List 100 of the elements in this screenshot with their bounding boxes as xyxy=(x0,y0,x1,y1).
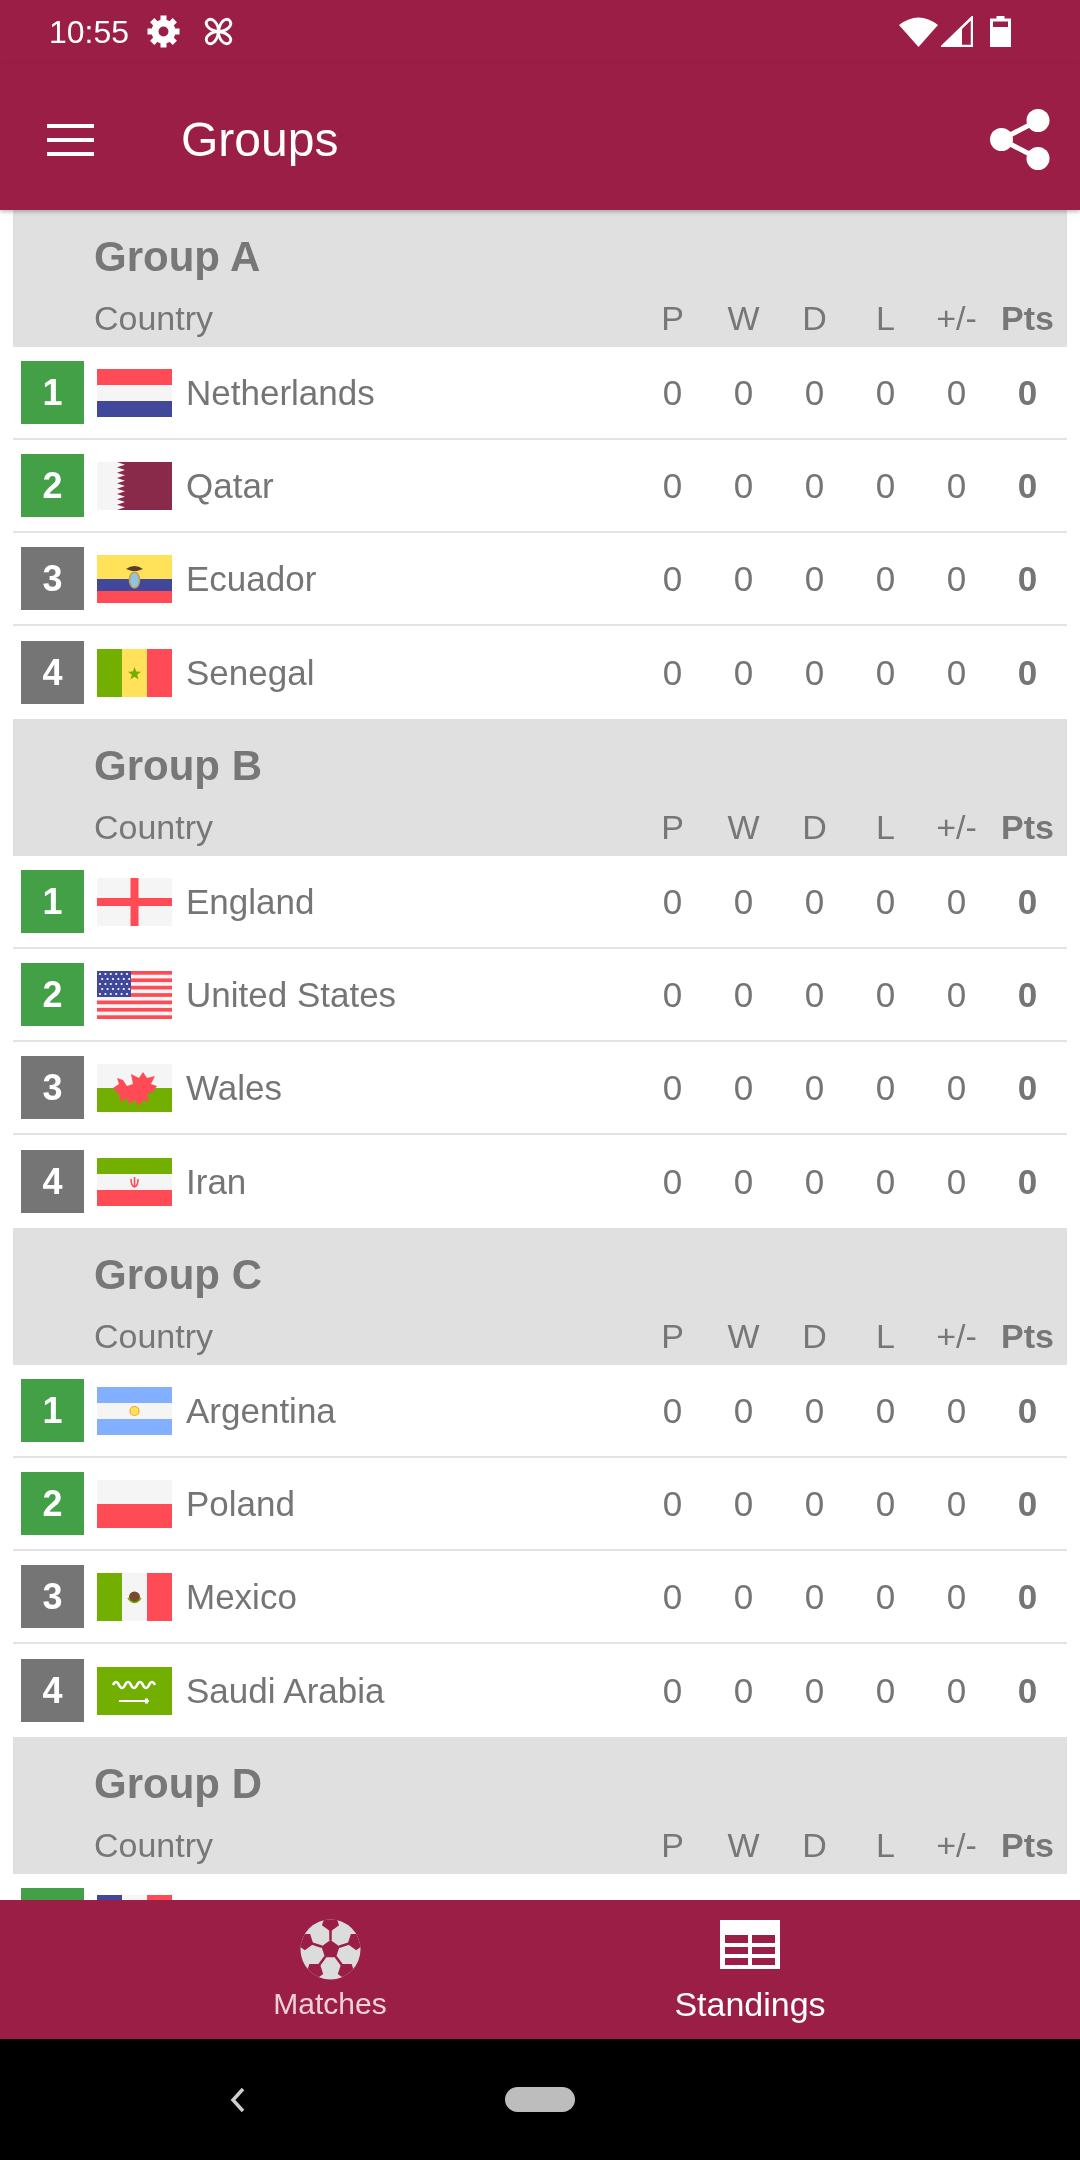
position-badge: 1 xyxy=(21,870,84,933)
country-name: Qatar xyxy=(186,465,274,505)
flag-icon xyxy=(97,1479,172,1528)
screen-title: Groups xyxy=(181,112,339,167)
flag-icon xyxy=(97,1572,172,1621)
stat-value: 0 xyxy=(875,652,896,692)
column-header: W xyxy=(727,1825,760,1864)
stat-value: 0 xyxy=(946,1670,967,1710)
battery-icon xyxy=(990,16,1011,47)
country-name: Ecuador xyxy=(186,558,317,598)
column-header: L xyxy=(876,1825,895,1864)
stat-value: 0 xyxy=(733,1067,754,1107)
column-header: +/- xyxy=(936,1825,977,1864)
flag-icon xyxy=(97,648,172,697)
stat-value: 0 xyxy=(733,1161,754,1201)
column-header: Pts xyxy=(1001,298,1054,337)
country-name: England xyxy=(186,881,315,921)
column-header: +/- xyxy=(936,807,977,846)
column-header: W xyxy=(727,807,760,846)
position-badge: 4 xyxy=(21,1659,84,1722)
gear-icon xyxy=(147,15,181,48)
stat-value: 0 xyxy=(875,1161,896,1201)
stat-value: 0 xyxy=(733,1670,754,1710)
stat-value: 0 xyxy=(662,1576,683,1616)
column-header: L xyxy=(876,298,895,337)
position-badge: 3 xyxy=(21,1056,84,1119)
country-name: Mexico xyxy=(186,1576,297,1616)
status-time: 10:55 xyxy=(49,15,130,48)
country-name: Iran xyxy=(186,1161,247,1201)
stat-value: 0 xyxy=(733,881,754,921)
column-header: +/- xyxy=(936,298,977,337)
back-icon[interactable] xyxy=(230,2086,246,2113)
country-name: Wales xyxy=(186,1067,282,1107)
stat-value: 0 xyxy=(946,1483,967,1523)
stat-value: 0 xyxy=(804,652,825,692)
stat-value: 0 xyxy=(946,881,967,921)
stat-value: 0 xyxy=(733,372,754,412)
column-header: Country xyxy=(94,807,214,846)
column-header: P xyxy=(661,1825,684,1864)
flag-icon xyxy=(97,1666,172,1715)
stat-value: 0 xyxy=(733,465,754,505)
position-badge: 2 xyxy=(21,963,84,1026)
stat-value: 0 xyxy=(804,558,825,598)
position-badge: 2 xyxy=(21,454,84,517)
stat-value: 0 xyxy=(875,1067,896,1107)
stat-value: 0 xyxy=(1017,1483,1038,1523)
stat-value: 0 xyxy=(662,1483,683,1523)
stat-value: 0 xyxy=(1017,1067,1038,1107)
stat-value: 0 xyxy=(662,372,683,412)
stat-value: 0 xyxy=(946,1067,967,1107)
column-header: W xyxy=(727,1316,760,1355)
column-header: +/- xyxy=(936,1316,977,1355)
stat-value: 0 xyxy=(662,881,683,921)
column-header: D xyxy=(802,298,827,337)
menu-icon[interactable] xyxy=(47,123,94,156)
flag-icon xyxy=(97,554,172,603)
stat-value: 0 xyxy=(875,558,896,598)
country-name: Saudi Arabia xyxy=(186,1670,385,1710)
column-header: Pts xyxy=(1001,807,1054,846)
stat-value: 0 xyxy=(733,652,754,692)
table-icon xyxy=(720,1920,780,1969)
column-header: D xyxy=(802,1316,827,1355)
position-badge: 1 xyxy=(21,361,84,424)
column-header: P xyxy=(661,807,684,846)
stat-value: 0 xyxy=(875,1670,896,1710)
column-header: D xyxy=(802,807,827,846)
stat-value: 0 xyxy=(804,1390,825,1430)
stat-value: 0 xyxy=(662,974,683,1014)
share-icon[interactable] xyxy=(990,109,1050,170)
stat-value: 0 xyxy=(662,652,683,692)
position-badge: 4 xyxy=(21,1150,84,1213)
stat-value: 0 xyxy=(946,372,967,412)
stat-value: 0 xyxy=(733,1576,754,1616)
stat-value: 0 xyxy=(804,1483,825,1523)
stat-value: 0 xyxy=(804,1067,825,1107)
stat-value: 0 xyxy=(1017,1670,1038,1710)
nav-tab[interactable]: Matches xyxy=(120,1900,540,2039)
stat-value: 0 xyxy=(1017,652,1038,692)
column-header: L xyxy=(876,1316,895,1355)
country-name: Netherlands xyxy=(186,372,375,412)
stat-value: 0 xyxy=(804,974,825,1014)
country-name: Senegal xyxy=(186,652,315,692)
stat-value: 0 xyxy=(1017,1161,1038,1201)
stat-value: 0 xyxy=(875,372,896,412)
stat-value: 0 xyxy=(662,465,683,505)
country-name: United States xyxy=(186,974,397,1014)
stat-value: 0 xyxy=(733,1390,754,1430)
stat-value: 0 xyxy=(875,465,896,505)
wifi-icon xyxy=(899,16,938,47)
stat-value: 0 xyxy=(946,974,967,1014)
stat-value: 0 xyxy=(1017,1390,1038,1430)
nav-tab[interactable]: Standings xyxy=(540,1900,960,2039)
stat-value: 0 xyxy=(804,1161,825,1201)
stat-value: 0 xyxy=(733,558,754,598)
stat-value: 0 xyxy=(875,974,896,1014)
home-button[interactable] xyxy=(505,2087,575,2112)
stat-value: 0 xyxy=(662,558,683,598)
flag-icon xyxy=(97,461,172,510)
flag-icon xyxy=(97,368,172,417)
stat-value: 0 xyxy=(733,1483,754,1523)
